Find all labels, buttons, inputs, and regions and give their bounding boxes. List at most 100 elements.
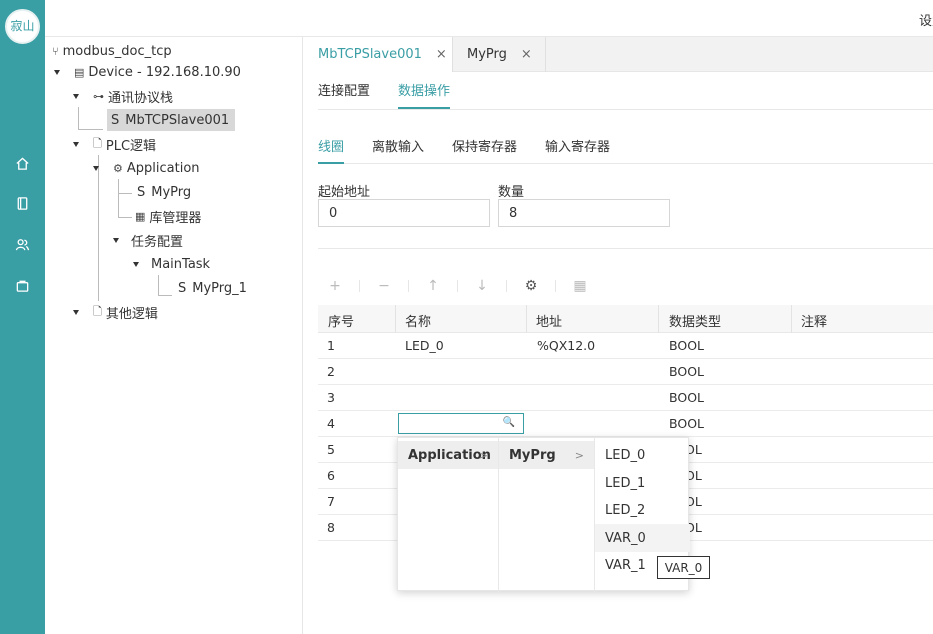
tree-slave[interactable]: S MbTCPSlave001	[107, 109, 236, 131]
row-index: 6	[327, 468, 335, 483]
count-input[interactable]	[498, 199, 670, 227]
tree-line	[78, 129, 103, 130]
name-cell-input[interactable]: 🔍	[398, 413, 524, 434]
tab-mbtcpslave001[interactable]: MbTCPSlave001 ×	[304, 37, 452, 72]
tree-root[interactable]: ⑂ modbus_doc_tcp	[52, 40, 172, 62]
option-label: MyPrg	[509, 447, 556, 463]
tree-application-label: Application	[126, 160, 200, 176]
caret-down-icon[interactable]	[113, 238, 119, 243]
grid-icon[interactable]: ▦	[572, 278, 588, 294]
row-index: 8	[327, 520, 335, 535]
tree-comm-stack[interactable]: ⊶ 通讯协议栈	[73, 85, 173, 107]
tree-line	[158, 295, 172, 296]
tree-application[interactable]: ⚙ Application	[93, 157, 200, 179]
tree-myprg1[interactable]: S MyPrg_1	[178, 277, 247, 299]
add-row-button[interactable]: +	[327, 278, 343, 294]
config-subtabs: 连接配置 数据操作	[318, 72, 933, 110]
tree-slave-label: MbTCPSlave001	[125, 112, 230, 128]
tree-myprg[interactable]: S MyPrg	[137, 181, 191, 203]
caret-down-icon[interactable]	[73, 142, 79, 147]
column-divider	[395, 305, 396, 333]
row-datatype[interactable]: BOOL	[669, 338, 704, 353]
tab-input-registers[interactable]: 输入寄存器	[545, 136, 610, 162]
tree-task-config-label: 任务配置	[131, 234, 184, 250]
editor-tabs: MbTCPSlave001 × MyPrg ×	[304, 37, 933, 72]
program-icon: S	[178, 280, 187, 296]
start-address-label: 起始地址	[318, 185, 371, 200]
branch-icon: ⑂	[52, 44, 59, 58]
gear-icon[interactable]: ⚙	[523, 278, 539, 294]
tree-task-config[interactable]: 任务配置	[113, 229, 183, 251]
option-tooltip: VAR_0	[657, 556, 710, 579]
users-icon[interactable]	[14, 236, 31, 253]
tab-holding-registers[interactable]: 保持寄存器	[452, 136, 517, 162]
tree-maintask[interactable]: MainTask	[133, 253, 210, 275]
row-datatype[interactable]: BOOL	[669, 416, 704, 431]
tab-coils[interactable]: 线圈	[318, 136, 345, 164]
app-logo: 寂山	[5, 9, 40, 44]
register-tabs: 线圈 离散输入 保持寄存器 输入寄存器	[318, 126, 933, 164]
app-rail: 寂山	[0, 0, 45, 634]
tree-other[interactable]: 🗋 其他逻辑	[73, 301, 158, 323]
chevron-right-icon: >	[574, 448, 584, 462]
move-up-button[interactable]: ↑	[425, 278, 441, 294]
cascader-option-var0[interactable]: VAR_0	[595, 524, 690, 552]
row-datatype[interactable]: BOOL	[669, 364, 704, 379]
home-icon[interactable]	[14, 155, 31, 172]
tab-connection-config[interactable]: 连接配置	[318, 80, 370, 107]
search-icon: 🔍	[502, 417, 515, 428]
start-address-input[interactable]	[318, 199, 490, 227]
tab-myprg[interactable]: MyPrg ×	[452, 37, 546, 72]
toolbar-separator	[506, 280, 507, 292]
bag-icon[interactable]	[14, 277, 31, 294]
cascader-option-led1[interactable]: LED_1	[595, 469, 690, 497]
column-header: 数据类型	[669, 315, 722, 330]
network-icon: ⊶	[93, 89, 104, 103]
column-divider	[526, 305, 527, 333]
tree-line	[158, 275, 159, 295]
move-down-button[interactable]: ↓	[474, 278, 490, 294]
variable-cascader: Application > MyPrg > LED_0 LED_1 LED_2 …	[397, 437, 690, 592]
column-header: 序号	[328, 315, 355, 330]
tree-plc[interactable]: 🗋 PLC逻辑	[73, 133, 156, 155]
tree-maintask-label: MainTask	[151, 256, 211, 272]
caret-down-icon[interactable]	[73, 94, 79, 99]
cascader-column: MyPrg >	[499, 438, 595, 592]
tree-device[interactable]: ▤ Device - 192.168.10.90	[54, 61, 241, 83]
cascader-option-led2[interactable]: LED_2	[595, 496, 690, 524]
caret-down-icon[interactable]	[93, 166, 99, 171]
table-row[interactable]: 2 BOOL	[318, 359, 933, 385]
row-name[interactable]: LED_0	[405, 338, 444, 353]
gear-icon: ⚙	[113, 161, 123, 175]
column-header: 注释	[801, 315, 828, 330]
tab-data-operation[interactable]: 数据操作	[398, 80, 451, 109]
cascader-option-application[interactable]: Application >	[398, 441, 498, 469]
settings-link[interactable]: 设置	[919, 10, 933, 29]
row-index: 5	[327, 442, 335, 457]
caret-down-icon[interactable]	[133, 262, 139, 267]
table-row[interactable]: 3 BOOL	[318, 385, 933, 411]
row-address: %QX12.0	[537, 338, 596, 353]
column-header: 名称	[405, 315, 432, 330]
close-icon[interactable]: ×	[521, 47, 532, 62]
close-icon[interactable]: ×	[436, 47, 447, 62]
tree-root-label: modbus_doc_tcp	[62, 43, 172, 59]
book-icon[interactable]	[14, 195, 31, 212]
program-icon: S	[137, 184, 146, 200]
cascader-option-myprg[interactable]: MyPrg >	[499, 441, 594, 469]
row-index: 4	[327, 416, 335, 431]
column-divider	[791, 305, 792, 333]
tab-discrete-inputs[interactable]: 离散输入	[372, 136, 424, 162]
cascader-option-led0[interactable]: LED_0	[595, 441, 690, 469]
table-row[interactable]: 1 LED_0 %QX12.0 BOOL	[318, 333, 933, 359]
caret-down-icon[interactable]	[54, 70, 60, 75]
file-icon: 🗋	[93, 136, 102, 150]
toolbar-separator	[408, 280, 409, 292]
row-datatype[interactable]: BOOL	[669, 390, 704, 405]
cascader-column: Application >	[398, 438, 499, 592]
caret-down-icon[interactable]	[73, 310, 79, 315]
remove-row-button[interactable]: −	[376, 278, 392, 294]
tree-library[interactable]: ▦ 库管理器	[135, 205, 201, 227]
tree-line	[118, 217, 132, 218]
toolbar-separator	[359, 280, 360, 292]
